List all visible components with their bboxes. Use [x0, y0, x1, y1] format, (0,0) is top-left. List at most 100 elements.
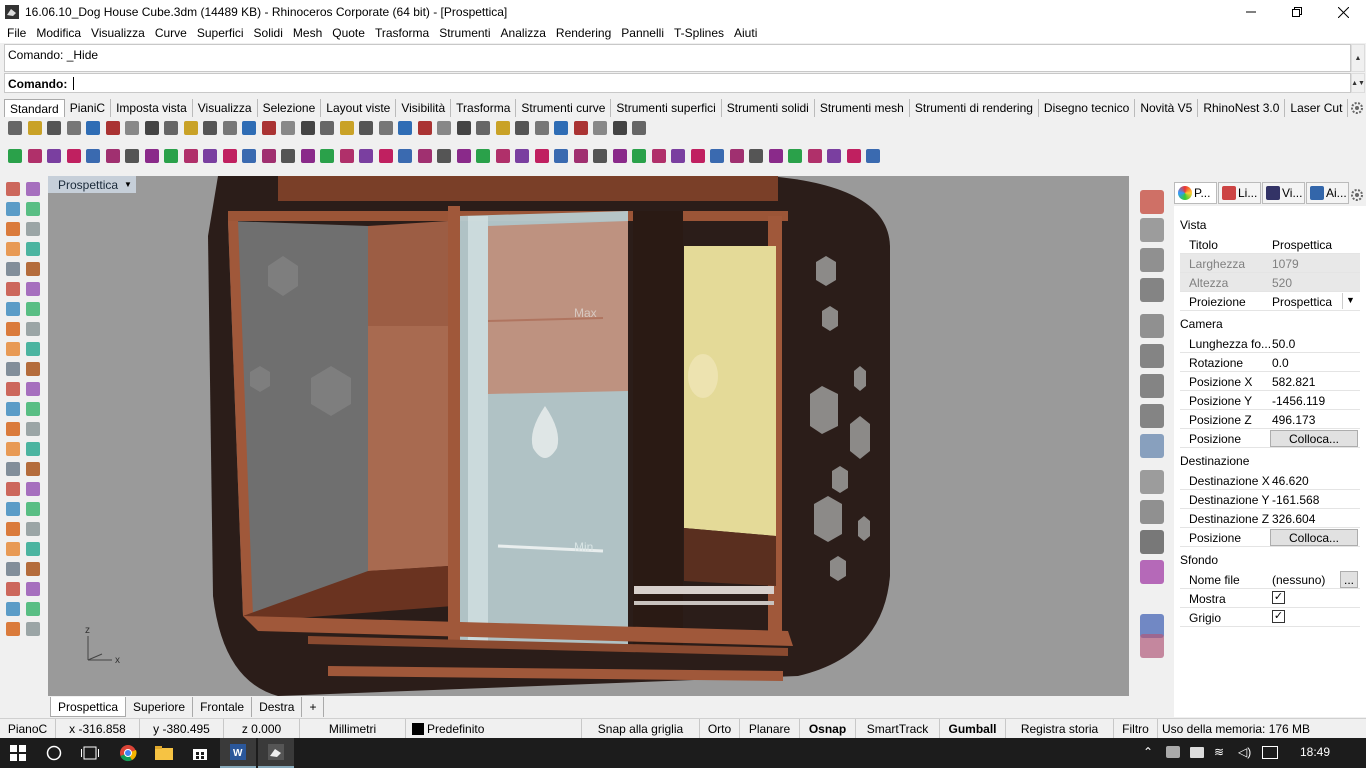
menu-aiuti[interactable]: Aiuti [729, 24, 762, 43]
record-history-toggle[interactable]: Registra storia [1006, 719, 1114, 739]
row-posizione-z[interactable]: Posizione Z 496.173 [1180, 410, 1360, 429]
standard-tool-icon[interactable] [8, 121, 22, 135]
restore-button[interactable] [1274, 0, 1320, 24]
left-tool-icon[interactable] [26, 262, 40, 276]
standard-tool-icon[interactable] [222, 121, 237, 135]
solid-tool-icon[interactable] [827, 149, 841, 163]
tab-visualizza[interactable]: Visualizza [193, 99, 258, 117]
tray-wifi-icon[interactable]: ≋ [1214, 745, 1224, 759]
tray-chevron-icon[interactable]: ⌃ [1143, 745, 1153, 759]
tab-trasforma[interactable]: Trasforma [451, 99, 517, 117]
camera-colloca-button[interactable]: Colloca... [1270, 430, 1358, 447]
solid-tool-icon[interactable] [788, 149, 802, 163]
solid-tool-icon[interactable] [261, 149, 276, 163]
right-tool-icon[interactable] [1140, 530, 1164, 554]
right-tool-icon[interactable] [1140, 560, 1164, 584]
menu-quote[interactable]: Quote [327, 24, 370, 43]
solid-tool-icon[interactable] [281, 149, 295, 163]
word-button[interactable]: W [220, 738, 256, 768]
standard-tool-icon[interactable] [398, 121, 412, 135]
tab-strumenti-rendering[interactable]: Strumenti di rendering [910, 99, 1039, 117]
left-tool-icon[interactable] [6, 342, 20, 356]
left-tool-icon[interactable] [6, 182, 20, 196]
left-tool-icon[interactable] [26, 422, 40, 436]
solid-tool-icon[interactable] [749, 149, 763, 163]
left-tool-icon[interactable] [26, 322, 40, 336]
left-tool-icon[interactable] [26, 622, 40, 636]
left-tool-icon[interactable] [26, 342, 40, 356]
status-plane[interactable]: PianoC [0, 719, 56, 739]
standard-tool-icon[interactable] [242, 121, 256, 135]
left-tool-icon[interactable] [6, 382, 20, 396]
gear-icon[interactable] [1350, 101, 1364, 115]
left-tool-icon[interactable] [26, 182, 40, 196]
tab-disegno-tecnico[interactable]: Disegno tecnico [1039, 99, 1136, 117]
standard-tool-icon[interactable] [47, 121, 61, 135]
left-tool-icon[interactable] [26, 362, 40, 376]
file-explorer-button[interactable] [146, 738, 182, 768]
tab-selezione[interactable]: Selezione [258, 99, 322, 117]
row-destinazione-y[interactable]: Destinazione Y -161.568 [1180, 490, 1360, 509]
left-tool-icon[interactable] [26, 562, 40, 576]
tab-help[interactable]: Ai... [1306, 182, 1349, 204]
tab-strumenti-curve[interactable]: Strumenti curve [516, 99, 612, 117]
left-tool-icon[interactable] [6, 362, 20, 376]
tab-strumenti-mesh[interactable]: Strumenti mesh [815, 99, 910, 117]
left-tool-icon[interactable] [26, 542, 40, 556]
standard-tool-icon[interactable] [261, 121, 276, 135]
standard-tool-icon[interactable] [554, 121, 568, 135]
menu-curve[interactable]: Curve [150, 24, 192, 43]
menu-trasforma[interactable]: Trasforma [370, 24, 434, 43]
solid-tool-icon[interactable] [105, 149, 120, 163]
solid-tool-icon[interactable] [242, 149, 256, 163]
grigio-checkbox[interactable]: ✓ [1272, 610, 1285, 623]
left-tool-icon[interactable] [26, 282, 40, 296]
command-history-scrollbar[interactable]: ▲ [1351, 44, 1365, 72]
standard-tool-icon[interactable] [632, 121, 646, 135]
standard-tool-icon[interactable] [573, 121, 588, 135]
standard-tool-icon[interactable] [300, 121, 315, 135]
panel-gear-icon[interactable] [1350, 188, 1364, 202]
left-tool-icon[interactable] [6, 462, 20, 476]
rhino-taskbar-button[interactable] [258, 738, 294, 768]
left-tool-icon[interactable] [26, 602, 40, 616]
solid-tool-icon[interactable] [476, 149, 490, 163]
taskbar-clock[interactable]: 18:49 [1300, 745, 1330, 759]
right-tool-icon[interactable] [1140, 314, 1164, 338]
solid-tool-icon[interactable] [437, 149, 451, 163]
solid-tool-icon[interactable] [534, 149, 549, 163]
tab-layers[interactable]: Li... [1218, 182, 1261, 204]
standard-tool-icon[interactable] [359, 121, 373, 135]
smarttrack-toggle[interactable]: SmartTrack [856, 719, 940, 739]
menu-mesh[interactable]: Mesh [288, 24, 327, 43]
tray-notification-icon[interactable] [1262, 746, 1278, 759]
solid-tool-icon[interactable] [203, 149, 217, 163]
vptab-prospettica[interactable]: Prospettica [50, 697, 127, 717]
solid-tool-icon[interactable] [632, 149, 646, 163]
solid-tool-icon[interactable] [222, 149, 237, 163]
row-destinazione-x[interactable]: Destinazione X 46.620 [1180, 471, 1360, 490]
solid-tool-icon[interactable] [866, 149, 880, 163]
row-nome-file[interactable]: Nome file (nessuno)... [1180, 570, 1360, 589]
solid-tool-icon[interactable] [300, 149, 315, 163]
solid-tool-icon[interactable] [8, 149, 22, 163]
left-tool-icon[interactable] [6, 482, 20, 496]
solid-tool-icon[interactable] [398, 149, 412, 163]
left-tool-icon[interactable] [6, 402, 20, 416]
left-tool-icon[interactable] [6, 622, 20, 636]
solid-tool-icon[interactable] [320, 149, 334, 163]
standard-tool-icon[interactable] [437, 121, 451, 135]
row-proiezione[interactable]: Proiezione Prospettica ▼ [1180, 292, 1360, 311]
menu-rendering[interactable]: Rendering [551, 24, 616, 43]
standard-tool-icon[interactable] [495, 121, 510, 135]
row-posizione-y[interactable]: Posizione Y -1456.119 [1180, 391, 1360, 410]
standard-tool-icon[interactable] [144, 121, 159, 135]
tab-properties[interactable]: P... [1174, 182, 1217, 204]
task-view-button[interactable] [72, 738, 108, 768]
solid-tool-icon[interactable] [86, 149, 100, 163]
filter-toggle[interactable]: Filtro [1114, 719, 1158, 739]
solid-tool-icon[interactable] [671, 149, 685, 163]
search-button[interactable] [36, 738, 72, 768]
tab-strumenti-superfici[interactable]: Strumenti superfici [611, 99, 722, 117]
menu-analizza[interactable]: Analizza [496, 24, 551, 43]
